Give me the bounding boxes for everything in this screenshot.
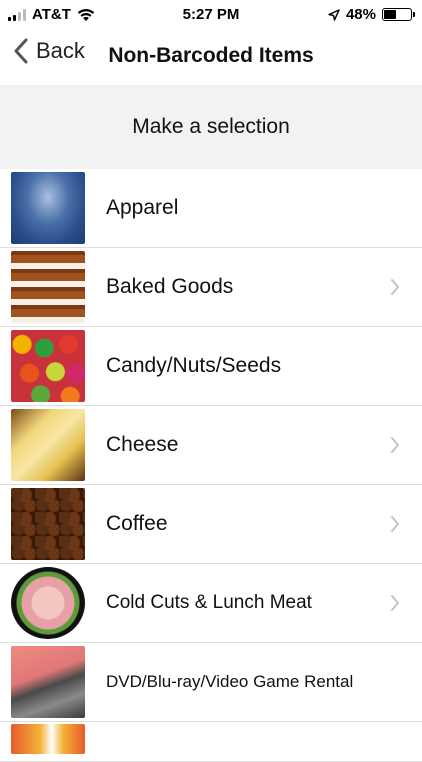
section-header: Make a selection — [0, 85, 422, 169]
dvd-thumbnail — [11, 646, 85, 718]
cheese-thumbnail — [11, 409, 85, 481]
coffee-thumbnail — [11, 488, 85, 560]
chevron-right-icon — [391, 516, 399, 532]
list-item-label: DVD/Blu-ray/Video Game Rental — [106, 672, 354, 691]
location-arrow-icon — [328, 8, 340, 21]
apparel-thumbnail — [11, 172, 85, 244]
list-item-label: Cold Cuts & Lunch Meat — [106, 592, 312, 613]
back-label: Back — [36, 38, 85, 63]
chevron-right-icon — [391, 279, 399, 295]
list-item-dvd-rental[interactable]: DVD/Blu-ray/Video Game Rental — [0, 643, 422, 722]
chevron-left-icon — [14, 38, 28, 64]
list-item-label: Cheese — [106, 433, 179, 456]
item-list: Apparel Baked Goods Candy/Nuts/Seeds Che… — [0, 169, 422, 762]
list-item-cheese[interactable]: Cheese — [0, 406, 422, 485]
list-item-partial[interactable] — [0, 722, 422, 762]
list-item-label: Coffee — [106, 512, 168, 535]
list-item-baked-goods[interactable]: Baked Goods — [0, 248, 422, 327]
status-bar: AT&T 5:27 PM 48% — [0, 0, 422, 30]
battery-icon — [382, 8, 415, 21]
section-header-label: Make a selection — [132, 115, 290, 138]
list-item-label: Baked Goods — [106, 275, 234, 298]
cold-cuts-thumbnail — [11, 567, 85, 639]
list-item-cold-cuts[interactable]: Cold Cuts & Lunch Meat — [0, 564, 422, 643]
chevron-right-icon — [391, 437, 399, 453]
battery-percent: 48% — [345, 6, 376, 23]
candy-thumbnail — [11, 330, 85, 402]
baked-goods-thumbnail — [11, 251, 85, 323]
list-item-apparel[interactable]: Apparel — [0, 169, 422, 248]
status-right: 48% — [328, 6, 415, 23]
list-item-coffee[interactable]: Coffee — [0, 485, 422, 564]
chevron-right-icon — [391, 595, 399, 611]
back-button[interactable]: Back — [14, 38, 85, 64]
list-item-candy-nuts-seeds[interactable]: Candy/Nuts/Seeds — [0, 327, 422, 406]
battery-fill — [384, 10, 396, 19]
navigation-bar: Back Non-Barcoded Items — [0, 30, 422, 85]
list-item-label: Candy/Nuts/Seeds — [106, 354, 282, 377]
list-item-label: Apparel — [106, 196, 179, 219]
